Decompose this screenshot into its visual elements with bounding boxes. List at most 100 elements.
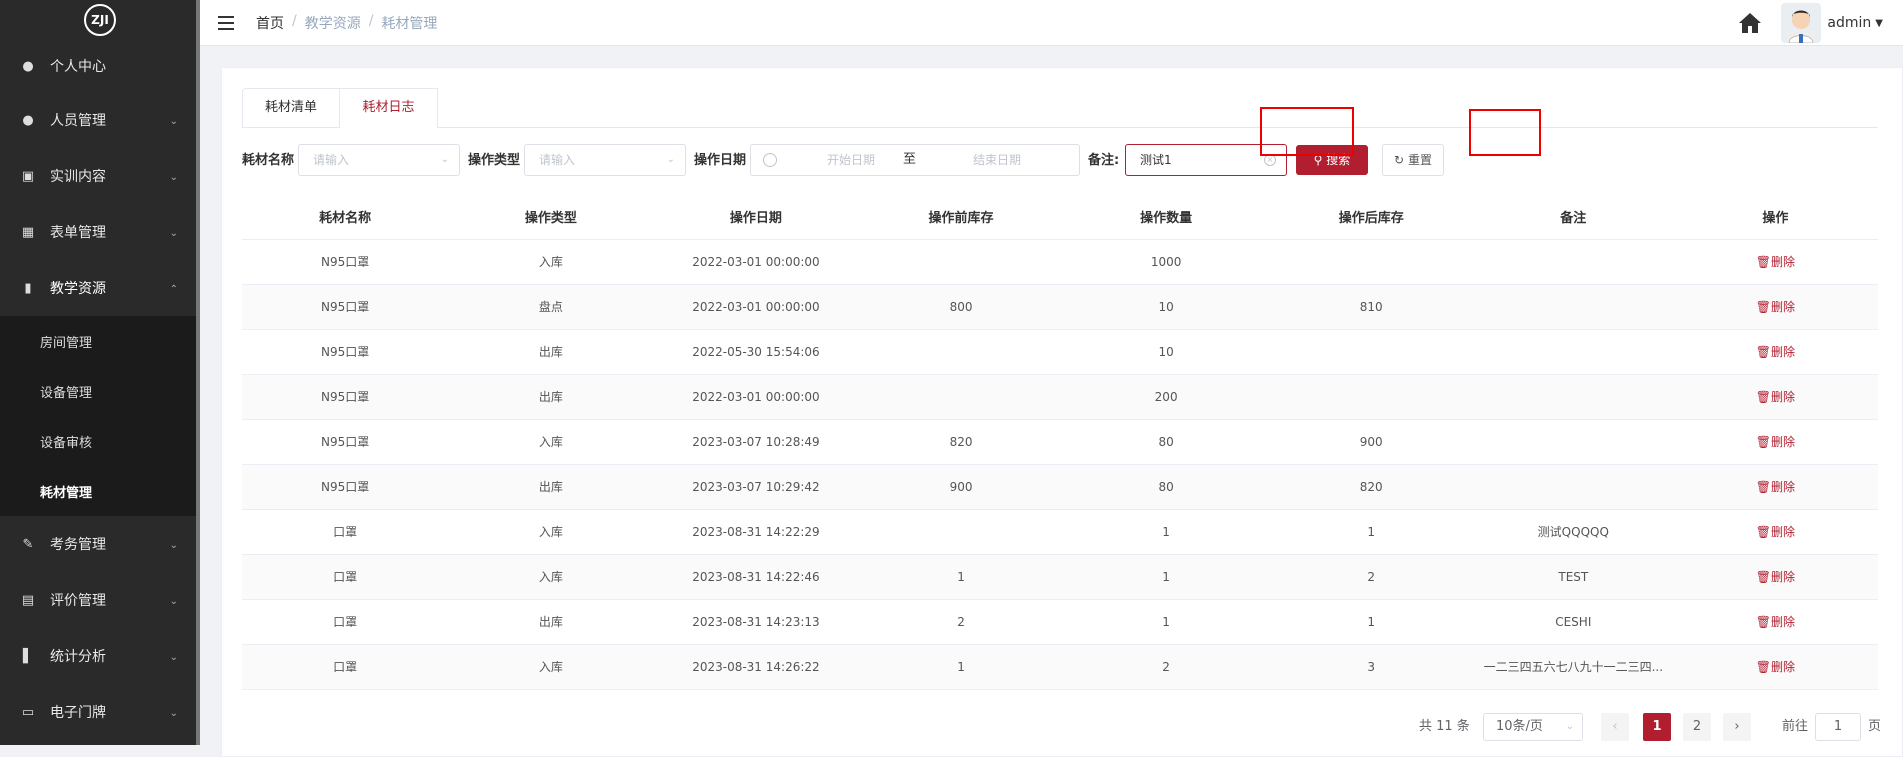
sidebar-item-label: 考务管理 [50,537,106,553]
cell-after: 1 [1268,509,1474,555]
home-icon[interactable] [1737,11,1763,35]
breadcrumb-separator: / [292,12,297,29]
sidebar-subitem-device-audit[interactable]: 设备审核 [0,416,200,466]
goto-page-input[interactable]: 1 [1815,713,1861,741]
prev-page-button[interactable]: ‹ [1601,713,1629,741]
sidebar-item-people[interactable]: ● 人员管理 ⌄ [0,92,200,148]
type-filter-select[interactable]: 请输入 ⌄ [524,144,686,176]
next-page-button[interactable]: › [1723,713,1751,741]
cell-qty: 80 [1063,464,1269,510]
exam-icon: ✎ [22,536,34,552]
reset-button[interactable]: ↻ 重置 [1382,144,1444,176]
tab-bar: 耗材清单 耗材日志 [242,88,1878,129]
name-filter-select[interactable]: 请输入 ⌄ [298,144,460,176]
pagination: 共 11 条 10条/页 ⌄ ‹ 1 2 › 前往 1 页 [222,713,1903,743]
breadcrumb-resources[interactable]: 教学资源 [305,13,361,33]
page-button-2[interactable]: 2 [1683,713,1711,741]
sidebar-item-training[interactable]: ▣ 实训内容 ⌄ [0,148,200,204]
column-header: 操作数量 [1063,195,1269,240]
column-header: 操作后库存 [1268,195,1474,240]
table-row: N95口罩 入库 2022-03-01 00:00:00 1000 🗑删除 [242,239,1878,285]
delete-label: 删除 [1771,615,1796,629]
delete-button[interactable]: 🗑删除 [1756,480,1795,494]
cell-before [858,329,1064,375]
sidebar-item-signage[interactable]: ▭ 电子门牌 ⌄ [0,684,200,740]
sidebar-item-label: 个人中心 [50,59,106,75]
column-header: 操作日期 [653,195,859,240]
cell-name: N95口罩 [242,239,449,285]
chevron-down-icon: ⌄ [169,596,178,607]
main-panel: 耗材清单 耗材日志 耗材名称 请输入 ⌄ 操作类型 请输入 ⌄ 操作日期 开始日… [221,67,1903,757]
delete-button[interactable]: 🗑删除 [1756,615,1795,629]
sidebar-subitem-devices[interactable]: 设备管理 [0,366,200,416]
sidebar-item-personal[interactable]: ● 个人中心 [0,40,200,92]
trash-icon: 🗑 [1755,615,1772,629]
breadcrumb-home[interactable]: 首页 [256,13,284,33]
cell-qty: 2 [1063,644,1269,690]
delete-button[interactable]: 🗑删除 [1756,660,1795,674]
sidebar-item-resources[interactable]: ▮ 教学资源 ⌃ [0,260,200,316]
username[interactable]: admin [1827,15,1871,31]
column-header: 操作前库存 [858,195,1064,240]
sidebar-item-statistics[interactable]: ▌ 统计分析 ⌄ [0,628,200,684]
table-row: 口罩 入库 2023-08-31 14:22:46 1 1 2 TEST 🗑删除 [242,554,1878,600]
cell-type: 入库 [448,644,654,690]
sidebar-subitem-label: 设备管理 [40,385,93,401]
sidebar-item-forms[interactable]: ▦ 表单管理 ⌄ [0,204,200,260]
page-button-1[interactable]: 1 [1643,713,1671,741]
sidebar-item-exams[interactable]: ✎ 考务管理 ⌄ [0,516,200,572]
delete-button[interactable]: 🗑删除 [1756,435,1795,449]
cell-after: 820 [1268,464,1474,510]
cell-action: 🗑删除 [1672,599,1878,645]
caret-down-icon[interactable]: ▼ [1875,18,1883,29]
cell-before [858,374,1064,420]
cell-type: 入库 [448,509,654,555]
user-icon: ● [22,58,34,74]
column-header: 操作 [1672,195,1878,240]
date-start-placeholder[interactable]: 开始日期 [827,145,875,175]
form-icon: ▦ [21,224,35,240]
avatar[interactable] [1781,3,1822,43]
column-header: 耗材名称 [242,195,449,240]
cell-remark [1473,419,1673,465]
cell-type: 出库 [448,599,654,645]
trash-icon: 🗑 [1755,570,1772,584]
trash-icon: 🗑 [1755,660,1772,674]
sidebar-item-evaluate[interactable]: ▤ 评价管理 ⌄ [0,572,200,628]
delete-button[interactable]: 🗑删除 [1756,390,1795,404]
delete-label: 删除 [1771,660,1796,674]
tab-consumable-list[interactable]: 耗材清单 [242,88,340,128]
delete-button[interactable]: 🗑删除 [1756,300,1795,314]
tab-consumable-log[interactable]: 耗材日志 [340,88,438,129]
cell-before: 2 [858,599,1064,645]
cell-qty: 1 [1063,599,1269,645]
date-end-placeholder[interactable]: 结束日期 [973,145,1021,175]
table-row: N95口罩 出库 2022-03-01 00:00:00 200 🗑删除 [242,374,1878,420]
cell-qty: 1000 [1063,239,1269,285]
sidebar-item-label: 人员管理 [50,113,106,129]
chevron-down-icon: ⌄ [169,708,178,719]
cell-after: 810 [1268,284,1474,330]
delete-label: 删除 [1771,435,1796,449]
cell-after: 2 [1268,554,1474,600]
chevron-down-icon: ⌄ [666,154,675,165]
delete-button[interactable]: 🗑删除 [1756,345,1795,359]
delete-button[interactable]: 🗑删除 [1756,525,1795,539]
delete-label: 删除 [1771,300,1796,314]
sidebar-item-label: 教学资源 [50,281,106,297]
table-row: N95口罩 出库 2022-05-30 15:54:06 10 🗑删除 [242,329,1878,375]
sidebar-subitem-rooms[interactable]: 房间管理 [0,316,200,366]
cell-remark [1473,239,1673,285]
page-size-select[interactable]: 10条/页 ⌄ [1483,713,1583,741]
training-icon: ▣ [21,168,35,184]
cell-type: 入库 [448,239,654,285]
chevron-down-icon: ⌄ [169,652,178,663]
date-range-picker[interactable]: 开始日期 至 结束日期 [750,144,1080,176]
sidebar-subitem-consumables[interactable]: 耗材管理 [0,466,200,516]
delete-button[interactable]: 🗑删除 [1756,255,1795,269]
menu-toggle-icon[interactable] [218,15,234,30]
cell-name: N95口罩 [242,464,449,510]
cell-after: 3 [1268,644,1474,690]
delete-button[interactable]: 🗑删除 [1756,570,1795,584]
trash-icon: 🗑 [1755,435,1772,449]
